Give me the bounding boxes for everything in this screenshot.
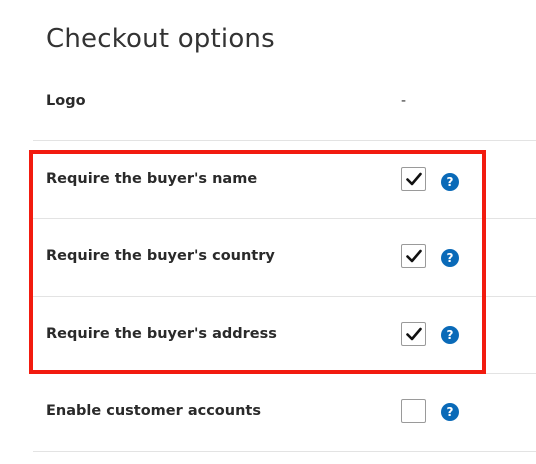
logo-label: Logo: [46, 93, 86, 109]
option-label: Require the buyer's address: [46, 326, 277, 342]
option-label: Require the buyer's name: [46, 171, 258, 187]
help-icon[interactable]: ?: [441, 326, 459, 344]
customer-accounts-checkbox[interactable]: [401, 399, 426, 423]
divider: [33, 373, 536, 374]
checkmark-icon: [405, 327, 422, 341]
divider: [33, 296, 536, 297]
option-label: Require the buyer's country: [46, 248, 275, 264]
page-title: Checkout options: [46, 24, 275, 54]
checkmark-icon: [405, 249, 422, 263]
require-country-checkbox[interactable]: [401, 244, 426, 268]
divider: [33, 140, 536, 141]
require-address-checkbox[interactable]: [401, 322, 426, 346]
divider: [33, 451, 536, 452]
option-label: Enable customer accounts: [46, 403, 261, 419]
require-name-checkbox[interactable]: [401, 167, 426, 191]
checkmark-icon: [405, 172, 422, 186]
divider: [33, 218, 536, 219]
help-icon[interactable]: ?: [441, 249, 459, 267]
help-icon[interactable]: ?: [441, 403, 459, 421]
help-icon[interactable]: ?: [441, 173, 459, 191]
logo-value: -: [401, 93, 407, 109]
